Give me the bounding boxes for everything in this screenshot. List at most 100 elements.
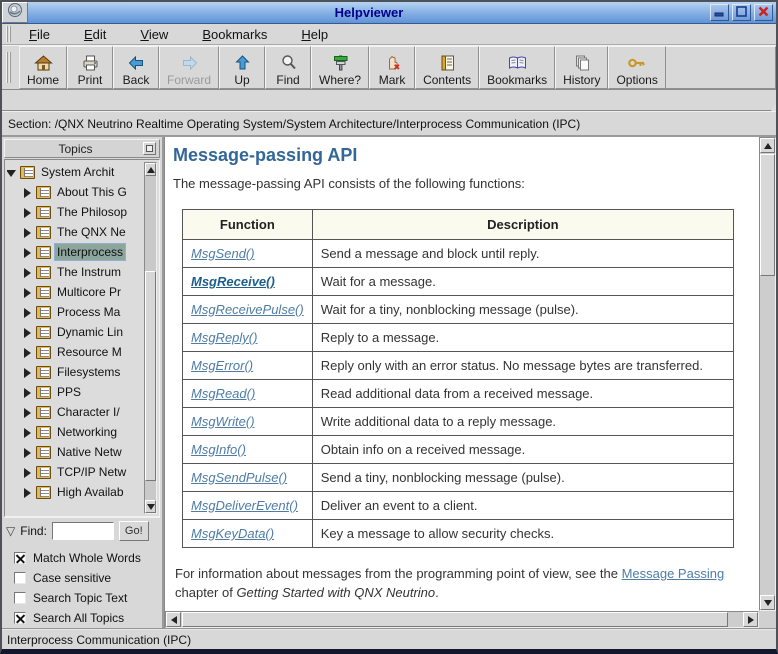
option-search-all-topics[interactable]: Search All Topics	[14, 608, 160, 628]
detach-panel-button[interactable]	[143, 142, 156, 155]
forward-button[interactable]: Forward	[159, 46, 219, 89]
menu-edit[interactable]: Edit	[74, 25, 116, 44]
menubar-grip[interactable]	[6, 26, 11, 42]
tree-item[interactable]: PPS	[7, 382, 143, 402]
tree-item[interactable]: The QNX Ne	[7, 222, 143, 242]
tree-item[interactable]: System Archit	[7, 162, 143, 182]
function-link[interactable]: MsgKeyData()	[191, 526, 274, 541]
where-button[interactable]: Where?	[311, 46, 369, 89]
option-match-whole-words[interactable]: Match Whole Words	[14, 548, 160, 568]
chevron-icon[interactable]	[23, 248, 32, 257]
footer-text: chapter of	[175, 585, 236, 600]
back-button[interactable]: Back	[113, 46, 159, 89]
chevron-icon[interactable]	[23, 468, 32, 477]
options-button[interactable]: Options	[608, 46, 665, 89]
chevron-icon[interactable]	[23, 388, 32, 397]
tree-item[interactable]: Dynamic Lin	[7, 322, 143, 342]
scrollbar-thumb[interactable]	[145, 271, 156, 481]
chevron-icon[interactable]	[23, 348, 32, 357]
tree-item[interactable]: Process Ma	[7, 302, 143, 322]
scrollbar-thumb[interactable]	[760, 154, 775, 276]
menu-bookmarks[interactable]: Bookmarks	[192, 25, 277, 44]
tree-item[interactable]: Native Netw	[7, 442, 143, 462]
function-link[interactable]: MsgRead()	[191, 386, 255, 401]
function-link[interactable]: MsgInfo()	[191, 442, 246, 457]
window-menu-button[interactable]	[2, 2, 28, 23]
chevron-icon[interactable]	[23, 228, 32, 237]
chevron-icon[interactable]	[23, 288, 32, 297]
chevron-icon[interactable]	[23, 408, 32, 417]
go-button[interactable]: Go!	[119, 521, 149, 541]
print-button[interactable]: Print	[67, 46, 113, 89]
checkbox-icon[interactable]	[14, 552, 26, 564]
vertical-scrollbar[interactable]	[759, 137, 776, 611]
chevron-icon[interactable]	[23, 268, 32, 277]
up-button[interactable]: Up	[219, 46, 265, 89]
scrollbar-thumb[interactable]	[182, 612, 728, 627]
scroll-right-button[interactable]	[743, 612, 758, 627]
scroll-up-button[interactable]	[145, 163, 156, 176]
bookmarks-button[interactable]: Bookmarks	[479, 46, 555, 89]
maximize-button[interactable]	[732, 4, 751, 21]
book-icon	[36, 186, 51, 199]
checkbox-icon[interactable]	[14, 592, 26, 604]
mark-button[interactable]: Mark	[369, 46, 415, 89]
checkbox-icon[interactable]	[14, 612, 26, 624]
function-link[interactable]: MsgReceivePulse()	[191, 302, 304, 317]
function-link[interactable]: MsgWrite()	[191, 414, 255, 429]
menu-help[interactable]: Help	[291, 25, 338, 44]
tree-item[interactable]: TCP/IP Netw	[7, 462, 143, 482]
chevron-icon[interactable]	[7, 168, 16, 177]
scroll-down-button[interactable]	[760, 595, 775, 610]
tree-item[interactable]: The Philosop	[7, 202, 143, 222]
collapse-find-button[interactable]: ▽	[6, 525, 15, 537]
tree-item[interactable]: Filesystems	[7, 362, 143, 382]
chevron-icon[interactable]	[23, 448, 32, 457]
tree-item-selected[interactable]: Interprocess	[7, 242, 143, 262]
function-link[interactable]: MsgSendPulse()	[191, 470, 287, 485]
tree-item[interactable]: The Instrum	[7, 262, 143, 282]
function-link[interactable]: MsgReceive()	[191, 274, 275, 289]
tree-item[interactable]: High Availab	[7, 482, 143, 502]
checkbox-icon[interactable]	[14, 572, 26, 584]
book-icon	[36, 446, 51, 459]
menu-file[interactable]: File	[19, 25, 60, 44]
chevron-icon[interactable]	[23, 188, 32, 197]
tree-item[interactable]: Networking	[7, 422, 143, 442]
scroll-up-button[interactable]	[760, 138, 775, 153]
titlebar[interactable]: Helpviewer	[2, 2, 776, 24]
chevron-icon[interactable]	[23, 428, 32, 437]
function-link[interactable]: MsgError()	[191, 358, 253, 373]
tree-item[interactable]: About This G	[7, 182, 143, 202]
scroll-left-button[interactable]	[166, 612, 181, 627]
option-search-topic-text[interactable]: Search Topic Text	[14, 588, 160, 608]
option-label: Search Topic Text	[33, 591, 127, 605]
toolbar-grip[interactable]	[6, 52, 11, 82]
minimize-button[interactable]	[710, 4, 729, 21]
option-case-sensitive[interactable]: Case sensitive	[14, 568, 160, 588]
function-link[interactable]: MsgDeliverEvent()	[191, 498, 298, 513]
contents-button[interactable]: Contents	[415, 46, 479, 89]
function-link[interactable]: MsgReply()	[191, 330, 257, 345]
toolbar-label: Where?	[319, 73, 361, 87]
chevron-icon[interactable]	[23, 368, 32, 377]
chevron-icon[interactable]	[23, 308, 32, 317]
find-button[interactable]: Find	[265, 46, 311, 89]
chevron-icon[interactable]	[23, 328, 32, 337]
menu-view[interactable]: View	[130, 25, 178, 44]
tree-item-label: Process Ma	[55, 304, 122, 320]
history-button[interactable]: History	[555, 46, 608, 89]
horizontal-scrollbar[interactable]	[165, 611, 759, 628]
sidebar-scrollbar[interactable]	[144, 162, 157, 514]
close-button[interactable]	[754, 4, 773, 21]
tree-item[interactable]: Multicore Pr	[7, 282, 143, 302]
home-button[interactable]: Home	[19, 46, 67, 89]
message-passing-link[interactable]: Message Passing	[622, 566, 725, 581]
chevron-icon[interactable]	[23, 488, 32, 497]
tree-item[interactable]: Resource M	[7, 342, 143, 362]
tree-item[interactable]: Character I/	[7, 402, 143, 422]
find-input[interactable]	[52, 522, 114, 540]
scroll-down-button[interactable]	[145, 500, 156, 513]
chevron-icon[interactable]	[23, 208, 32, 217]
function-link[interactable]: MsgSend()	[191, 246, 255, 261]
